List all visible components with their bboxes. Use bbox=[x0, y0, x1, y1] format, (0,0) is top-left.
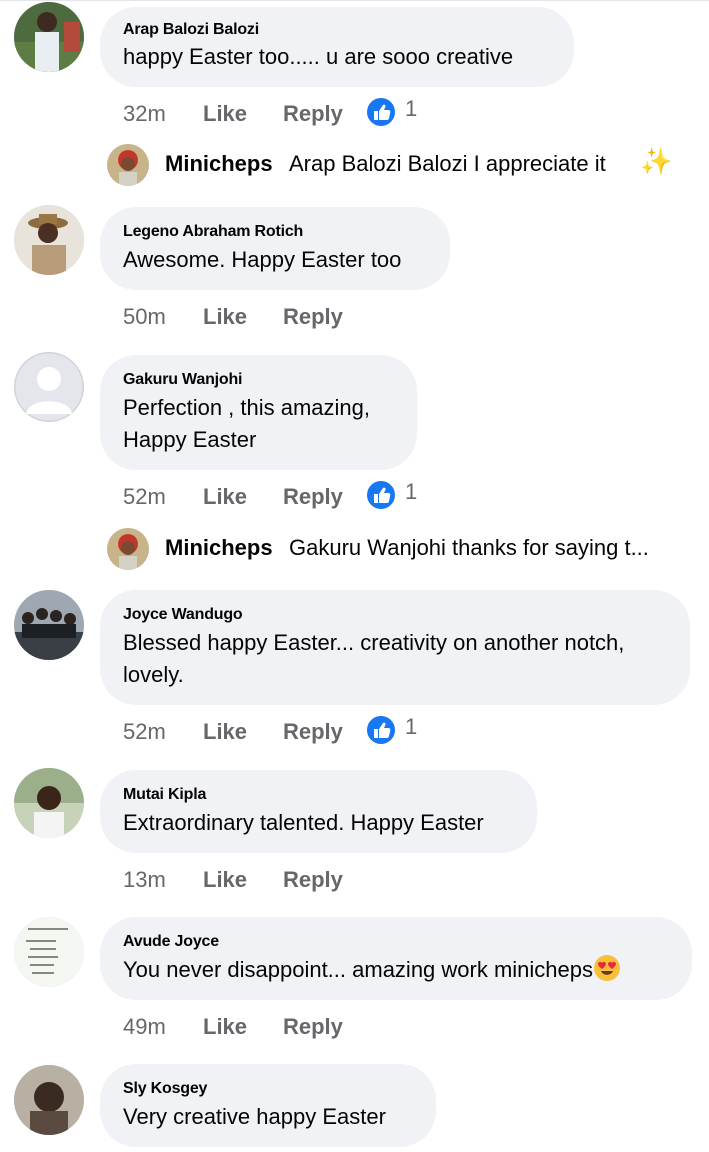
comment-bubble: Sly Kosgey Very creative happy Easter bbox=[100, 1064, 436, 1147]
comment-time[interactable]: 32m bbox=[123, 101, 166, 127]
avatar-legeno[interactable] bbox=[14, 205, 84, 275]
avatar-gakuru-default[interactable] bbox=[14, 352, 84, 422]
comment-text-line: Blessed happy Easter... creativity on an… bbox=[123, 630, 625, 655]
reaction-count: 1 bbox=[405, 479, 418, 504]
top-divider bbox=[0, 0, 709, 7]
avatar-mutai-kipla[interactable] bbox=[14, 768, 84, 838]
reply-author[interactable]: Minicheps bbox=[165, 535, 273, 561]
comment-author[interactable]: Sly Kosgey bbox=[123, 1080, 207, 1098]
comment-bubble: Gakuru Wanjohi Perfection , this amazing… bbox=[100, 355, 417, 470]
comment-author[interactable]: Mutai Kipla bbox=[123, 786, 206, 804]
comment-time[interactable]: 52m bbox=[123, 719, 166, 745]
reply-button[interactable]: Reply bbox=[283, 867, 343, 893]
like-button[interactable]: Like bbox=[203, 867, 247, 893]
reply-button[interactable]: Reply bbox=[283, 304, 343, 330]
comment-bubble: Arap Balozi Balozi happy Easter too.....… bbox=[100, 7, 574, 87]
reply-button[interactable]: Reply bbox=[283, 719, 343, 745]
heart-eyes-emoji-icon bbox=[594, 955, 621, 981]
reply-item: Minicheps Arap Balozi Balozi I appreciat… bbox=[107, 144, 707, 186]
comment-text-line: lovely. bbox=[123, 662, 184, 687]
comment-time[interactable]: 50m bbox=[123, 304, 166, 330]
like-reaction-icon bbox=[365, 714, 397, 746]
comment-text-line: Perfection , this amazing, bbox=[123, 395, 371, 420]
like-button[interactable]: Like bbox=[203, 304, 247, 330]
avatar-arap-balozi[interactable] bbox=[14, 2, 84, 72]
sparkles-emoji-icon: ✨ bbox=[640, 146, 673, 176]
like-button[interactable]: Like bbox=[203, 101, 247, 127]
like-button[interactable]: Like bbox=[203, 1014, 247, 1040]
reply-item: Minicheps Gakuru Wanjohi thanks for sayi… bbox=[107, 528, 707, 570]
comment-time[interactable]: 52m bbox=[123, 484, 166, 510]
comment-text-line: Happy Easter bbox=[123, 427, 257, 452]
comment-bubble: Avude Joyce You never disappoint... amaz… bbox=[100, 917, 692, 1000]
comment-author[interactable]: Gakuru Wanjohi bbox=[123, 371, 242, 389]
reaction-count: 1 bbox=[405, 96, 418, 121]
comment-author[interactable]: Legeno Abraham Rotich bbox=[123, 223, 303, 241]
like-reaction-icon bbox=[365, 96, 397, 128]
comment-text: Very creative happy Easter bbox=[123, 1104, 386, 1129]
comment-text-wrap: You never disappoint... amazing work min… bbox=[123, 954, 621, 986]
comment-bubble: Mutai Kipla Extraordinary talented. Happ… bbox=[100, 770, 537, 853]
reply-text: Arap Balozi Balozi I appreciate it bbox=[289, 151, 606, 176]
reply-button[interactable]: Reply bbox=[283, 1014, 343, 1040]
comment-time[interactable]: 49m bbox=[123, 1014, 166, 1040]
comment-text: You never disappoint... amazing work min… bbox=[123, 957, 594, 982]
reaction-count: 1 bbox=[405, 714, 418, 739]
reply-button[interactable]: Reply bbox=[283, 101, 343, 127]
like-button[interactable]: Like bbox=[203, 719, 247, 745]
reply-author[interactable]: Minicheps bbox=[165, 151, 273, 177]
avatar-avude-joyce[interactable] bbox=[14, 917, 84, 987]
like-reaction-icon bbox=[365, 479, 397, 511]
comment-author[interactable]: Avude Joyce bbox=[123, 933, 219, 951]
comment-author[interactable]: Arap Balozi Balozi bbox=[123, 21, 259, 39]
comment-author[interactable]: Joyce Wandugo bbox=[123, 606, 243, 624]
comment-text: happy Easter too..... u are sooo creativ… bbox=[123, 44, 514, 69]
comment-text: Extraordinary talented. Happy Easter bbox=[123, 810, 484, 835]
comment-text: Awesome. Happy Easter too bbox=[123, 247, 402, 272]
comment-time[interactable]: 13m bbox=[123, 867, 166, 893]
avatar-joyce-wandugo[interactable] bbox=[14, 590, 84, 660]
reply-button[interactable]: Reply bbox=[283, 484, 343, 510]
comment-bubble: Legeno Abraham Rotich Awesome. Happy Eas… bbox=[100, 207, 450, 290]
reply-text: Gakuru Wanjohi thanks for saying t... bbox=[289, 535, 649, 560]
like-button[interactable]: Like bbox=[203, 484, 247, 510]
avatar-sly-kosgey[interactable] bbox=[14, 1065, 84, 1135]
comment-bubble: Joyce Wandugo Blessed happy Easter... cr… bbox=[100, 590, 690, 705]
